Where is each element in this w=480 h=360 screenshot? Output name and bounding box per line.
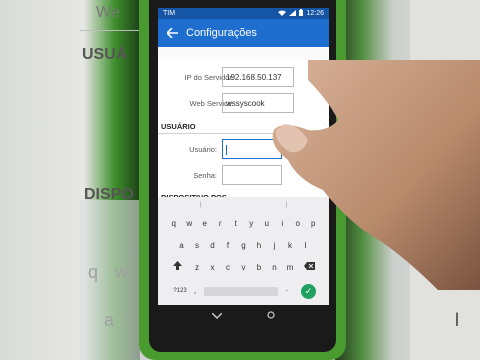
key-c[interactable]: c xyxy=(220,260,236,276)
bg-keyboard-area xyxy=(80,200,140,360)
text-cursor xyxy=(226,145,227,155)
key-e[interactable]: e xyxy=(197,216,213,232)
bg-divider xyxy=(80,30,140,31)
key-f[interactable]: f xyxy=(220,238,236,254)
key-z[interactable]: z xyxy=(189,260,205,276)
usuario-input[interactable] xyxy=(222,139,282,159)
key-h[interactable]: h xyxy=(251,238,267,254)
key-a[interactable]: a xyxy=(174,238,190,254)
key-p[interactable]: p xyxy=(306,216,322,232)
backspace-icon[interactable] xyxy=(298,260,322,276)
key-v[interactable]: v xyxy=(236,260,252,276)
keyboard-row-1: q w e r t y u i o p xyxy=(158,213,329,235)
chevron-down-icon[interactable] xyxy=(211,311,223,322)
home-icon[interactable] xyxy=(267,311,275,322)
suggestion-strip: | | xyxy=(158,197,329,213)
on-screen-keyboard: | | q w e r t y u i o p a s d f g h j k … xyxy=(158,197,329,305)
status-bar: TIM 12:26 xyxy=(158,8,329,19)
checkmark-icon[interactable]: ✓ xyxy=(301,283,316,299)
key-d[interactable]: d xyxy=(205,238,221,254)
key-q[interactable]: q xyxy=(166,216,182,232)
key-i[interactable]: i xyxy=(275,216,291,232)
senha-input[interactable] xyxy=(222,165,282,185)
key-x[interactable]: x xyxy=(205,260,221,276)
shift-icon[interactable] xyxy=(165,260,189,276)
bg-key-l: l xyxy=(455,310,459,330)
space-bar[interactable] xyxy=(204,286,278,296)
keyboard-row-2: a s d f g h j k l xyxy=(158,235,329,257)
web-service-row: Web Service: wssyscook xyxy=(158,93,329,113)
ip-server-input[interactable]: 192.168.50.137 xyxy=(222,67,294,87)
key-j[interactable]: j xyxy=(267,238,283,254)
bg-text-usuario: USUÁ xyxy=(82,46,128,63)
ip-server-row: IP do Servidor: 192.168.50.137 xyxy=(158,67,329,87)
web-service-input[interactable]: wssyscook xyxy=(222,93,294,113)
suggestion-divider: | xyxy=(199,202,202,208)
senha-row: Senha: xyxy=(158,165,329,185)
bg-panel xyxy=(410,0,480,360)
key-m[interactable]: m xyxy=(282,260,298,276)
clock: 12:26 xyxy=(306,10,324,17)
key-y[interactable]: y xyxy=(244,216,260,232)
usuario-row: Usuário: xyxy=(158,139,329,159)
usuario-label: Usuário: xyxy=(189,145,217,154)
key-u[interactable]: u xyxy=(259,216,275,232)
page-title: Configurações xyxy=(186,27,257,39)
arrow-back-icon[interactable] xyxy=(158,26,186,41)
previous-section-edge xyxy=(158,47,329,59)
key-b[interactable]: b xyxy=(251,260,267,276)
section-divider xyxy=(158,133,329,134)
suggestion-divider: | xyxy=(285,202,288,208)
carrier-label: TIM xyxy=(163,10,176,17)
key-t[interactable]: t xyxy=(228,216,244,232)
phone-screen: TIM 12:26 Configurações IP do Servidor: … xyxy=(158,8,329,328)
senha-label: Senha: xyxy=(193,171,217,180)
status-icons: 12:26 xyxy=(278,9,324,18)
period-key[interactable]: · xyxy=(281,283,293,299)
key-k[interactable]: k xyxy=(282,238,298,254)
key-s[interactable]: s xyxy=(189,238,205,254)
bg-key-p: p xyxy=(442,262,453,282)
key-o[interactable]: o xyxy=(290,216,306,232)
key-w[interactable]: w xyxy=(182,216,198,232)
comma-key[interactable]: , xyxy=(189,283,201,299)
wifi-icon xyxy=(278,10,287,18)
key-r[interactable]: r xyxy=(213,216,229,232)
key-l[interactable]: l xyxy=(298,238,314,254)
background-left: We USUÁ DISPO q w a xyxy=(0,0,140,360)
keyboard-row-4: ?123 , · ✓ xyxy=(158,279,329,303)
key-g[interactable]: g xyxy=(236,238,252,254)
bg-text-we: We xyxy=(96,4,120,21)
android-nav-bar xyxy=(158,305,329,328)
key-n[interactable]: n xyxy=(267,260,283,276)
background-right: p l xyxy=(335,0,480,360)
usuario-section-header: USUÁRIO xyxy=(158,122,329,134)
symbols-key[interactable]: ?123 xyxy=(171,283,189,299)
battery-icon xyxy=(299,9,304,18)
signal-icon xyxy=(289,9,297,18)
keyboard-row-3: z x c v b n m xyxy=(158,257,329,279)
usuario-section-title: USUÁRIO xyxy=(161,122,196,131)
app-bar: Configurações xyxy=(158,19,329,47)
